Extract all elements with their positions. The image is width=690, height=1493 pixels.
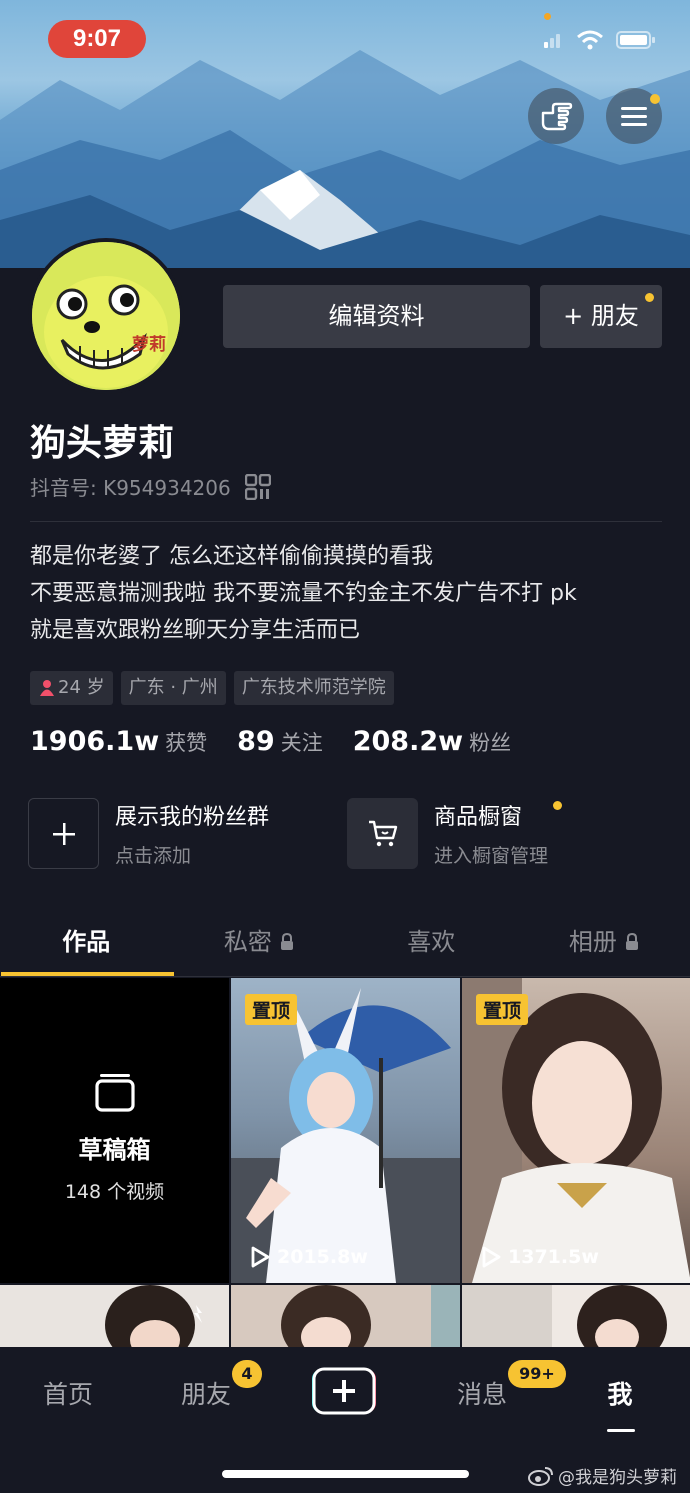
divider — [30, 521, 662, 522]
following-label[interactable]: 关注 — [281, 727, 323, 757]
likes-label: 获赞 — [165, 731, 208, 755]
shop-window-sub: 进入橱窗管理 — [434, 845, 549, 867]
video-thumbnail[interactable]: 置顶 2015.8w — [231, 978, 460, 1283]
tag-location: 广东 · 广州 — [120, 671, 226, 705]
plus-create-icon — [312, 1367, 376, 1415]
tab-album[interactable]: 相册 — [518, 910, 690, 976]
pinned-badge: 置顶 — [476, 994, 529, 1025]
fan-group-entry[interactable]: 展示我的粉丝群 点击添加 — [28, 798, 269, 869]
drafts-title: 草稿箱 — [78, 1136, 151, 1164]
add-friend-dot — [645, 293, 654, 302]
tab-album-label: 相册 — [568, 928, 617, 956]
play-count: 1371.5w — [480, 1245, 599, 1269]
status-icons — [544, 30, 656, 50]
messages-badge: 99+ — [508, 1360, 566, 1388]
friends-badge: 4 — [232, 1360, 262, 1388]
weibo-icon — [528, 1466, 553, 1486]
edit-profile-button[interactable]: 编辑资料 — [223, 285, 530, 348]
doge-avatar-image — [32, 242, 180, 390]
content-tabs: 作品 私密 喜欢 相册 — [0, 910, 690, 976]
add-fan-group-button[interactable] — [28, 798, 99, 869]
weibo-watermark: @我是狗头萝莉 — [528, 1463, 677, 1488]
privacy-indicator-dot — [544, 13, 551, 20]
followers-label[interactable]: 粉丝 — [469, 727, 511, 757]
tag-school: 广东技术师范学院 — [233, 671, 394, 705]
video-thumbnail[interactable] — [0, 1285, 229, 1347]
drafts-count: 148 个视频 — [64, 1181, 165, 1203]
likes-count: 1906.1w — [30, 726, 160, 757]
video-thumbnail[interactable] — [462, 1285, 690, 1347]
nav-me[interactable]: 我 — [580, 1375, 660, 1411]
play-icon — [251, 1246, 270, 1268]
tab-private[interactable]: 私密 — [173, 910, 346, 976]
shop-window-entry[interactable]: 商品橱窗 进入橱窗管理 — [347, 798, 563, 869]
thumbnail-image — [281, 1285, 460, 1347]
shop-window-dot — [553, 801, 563, 810]
shop-window-button[interactable] — [347, 798, 418, 869]
shop-window-title: 商品橱窗 — [434, 799, 563, 831]
lock-icon — [280, 932, 293, 950]
visitor-button[interactable] — [528, 88, 584, 144]
profile-stats: 1906.1w 获赞 89 关注 208.2w 粉丝 — [30, 726, 541, 757]
tab-likes-label: 喜欢 — [407, 928, 456, 956]
nickname: 狗头萝莉 — [30, 423, 175, 464]
account-id-text: 抖音号: K954934206 — [30, 476, 231, 500]
tab-works[interactable]: 作品 — [0, 910, 173, 976]
status-time: 9:07 — [48, 20, 146, 58]
create-button[interactable] — [310, 1367, 380, 1415]
watermark-text: @我是狗头萝莉 — [558, 1468, 677, 1488]
bio-line: 就是喜欢跟粉丝聊天分享生活而已 — [30, 618, 361, 643]
menu-icon — [621, 107, 647, 126]
tabs-border — [0, 976, 690, 977]
avatar-sticker-text: 萝莉 — [132, 335, 166, 355]
nav-home[interactable]: 首页 — [28, 1375, 108, 1411]
menu-button[interactable] — [606, 88, 662, 144]
fan-group-sub: 点击添加 — [115, 845, 192, 867]
fan-group-title: 展示我的粉丝群 — [115, 805, 270, 830]
add-friend-label: + 朋友 — [563, 302, 639, 330]
video-thumbnail[interactable]: 置顶 1371.5w — [462, 978, 690, 1283]
battery-icon — [616, 31, 655, 49]
cart-icon — [368, 820, 397, 846]
flash-icon — [194, 1305, 202, 1323]
play-count: 2015.8w — [249, 1245, 368, 1269]
add-friend-button[interactable]: + 朋友 — [540, 285, 662, 348]
thumbnail-image — [105, 1285, 202, 1347]
play-count-text: 2015.8w — [277, 1246, 368, 1268]
bio: 都是你老婆了 怎么还这样偷偷摸摸的看我 不要恶意揣测我啦 我不要流量不钓金主不发… — [30, 538, 577, 649]
profile-tags: 24 岁 广东 · 广州 广东技术师范学院 — [30, 671, 394, 705]
plus-icon — [52, 822, 75, 845]
play-count-text: 1371.5w — [508, 1246, 599, 1268]
tag-age-text: 24 岁 — [58, 677, 105, 698]
tab-works-label: 作品 — [62, 928, 111, 956]
lock-icon — [625, 932, 638, 950]
play-icon — [482, 1246, 501, 1268]
followers-count[interactable]: 208.2w — [353, 726, 463, 757]
qr-code-icon[interactable] — [244, 473, 271, 500]
bio-line: 都是你老婆了 怎么还这样偷偷摸摸的看我 — [30, 544, 433, 569]
bio-line: 不要恶意揣测我啦 我不要流量不钓金主不发广告不打 pk — [30, 581, 577, 606]
thumbnail-image — [462, 1285, 667, 1347]
wifi-icon — [577, 30, 603, 50]
drafts-box-icon — [94, 1074, 135, 1112]
signal-icon — [544, 34, 560, 48]
pinned-badge: 置顶 — [245, 994, 298, 1025]
home-indicator[interactable] — [222, 1470, 469, 1478]
following-count[interactable]: 89 — [237, 726, 275, 757]
video-thumbnail[interactable] — [231, 1285, 460, 1347]
active-nav-indicator — [607, 1429, 635, 1432]
female-icon — [40, 680, 54, 696]
drafts-tile[interactable]: 草稿箱 148 个视频 — [0, 978, 229, 1283]
tab-private-label: 私密 — [223, 928, 272, 956]
shop-window-title-text: 商品橱窗 — [434, 805, 523, 830]
menu-notification-dot — [650, 94, 660, 104]
account-id: 抖音号: K954934206 — [30, 472, 271, 501]
hand-pointer-icon — [541, 102, 573, 131]
avatar[interactable]: 萝莉 — [28, 238, 184, 394]
tab-likes[interactable]: 喜欢 — [345, 910, 518, 976]
tag-age: 24 岁 — [30, 671, 113, 705]
